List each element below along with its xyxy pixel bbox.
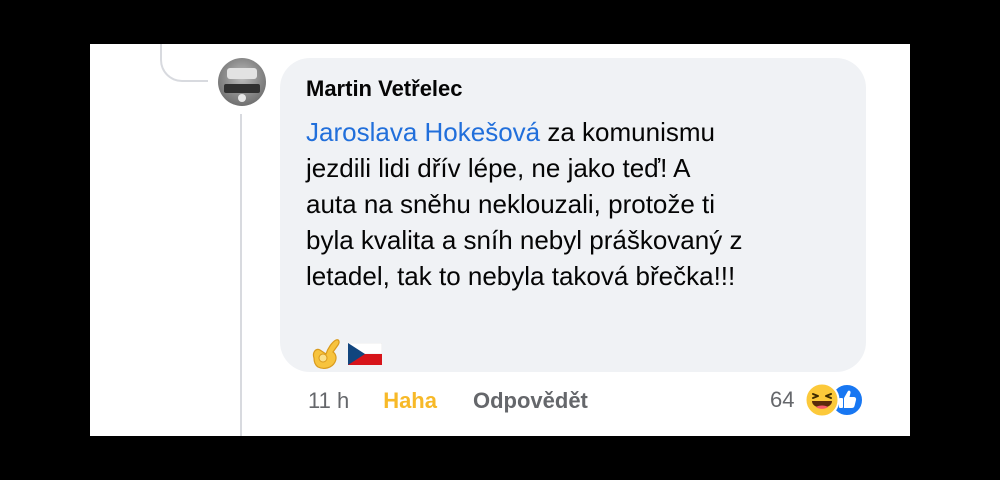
comment-bubble: Martin Vetřelec Jaroslava Hokešová za ko… <box>280 58 866 372</box>
emoji-row <box>306 336 382 372</box>
ok-hand-icon <box>312 339 340 369</box>
haha-reaction-icon <box>804 382 840 418</box>
reaction-icons <box>804 382 868 418</box>
comment-line: letadel, tak to nebyla taková břečka!!! <box>306 261 736 291</box>
thread-line <box>240 114 242 436</box>
comment-author[interactable]: Martin Vetřelec <box>306 76 463 102</box>
comment-card: Martin Vetřelec Jaroslava Hokešová za ko… <box>90 44 910 436</box>
comment-line: jezdili lidi dřív lépe, ne jako teď! A <box>306 153 691 183</box>
comment-text: Jaroslava Hokešová za komunismu jezdili … <box>306 114 851 294</box>
czech-flag-icon <box>348 343 382 365</box>
comment-line: byla kvalita a sníh nebyl práškovaný z <box>306 225 743 255</box>
avatar-shape <box>224 84 260 93</box>
comment-line: Jaroslava Hokešová za komunismu <box>306 117 715 147</box>
reaction-count: 64 <box>770 387 795 412</box>
reply-button[interactable]: Odpovědět <box>473 388 588 414</box>
mention-link[interactable]: Jaroslava Hokešová <box>306 117 540 147</box>
thread-connector <box>160 44 208 82</box>
avatar-shape <box>227 68 257 79</box>
avatar-shape <box>238 94 246 102</box>
reaction-button[interactable]: Haha <box>383 388 437 414</box>
comment-line: auta na sněhu neklouzali, protože ti <box>306 189 716 219</box>
avatar[interactable] <box>218 58 266 106</box>
comment-actions: 11 h Haha Odpovědět <box>308 384 588 418</box>
comment-timestamp[interactable]: 11 h <box>308 388 349 414</box>
reaction-summary[interactable]: 64 <box>770 382 868 418</box>
